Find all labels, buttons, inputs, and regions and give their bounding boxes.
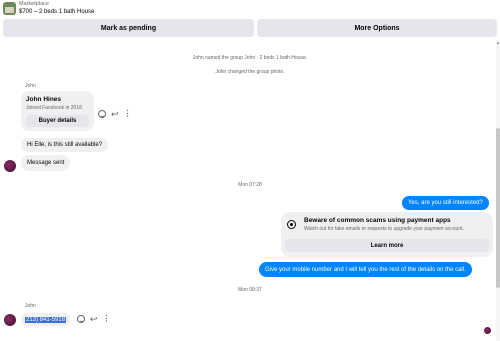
shield-icon xyxy=(287,220,296,229)
seen-indicator-avatar xyxy=(484,327,491,334)
learn-more-button[interactable]: Learn more xyxy=(285,239,489,252)
emoji-icon[interactable] xyxy=(77,315,85,323)
scam-warning-title: Beware of common scams using payment app… xyxy=(304,217,451,224)
scam-warning-card: Beware of common scams using payment app… xyxy=(281,212,493,257)
emoji-icon[interactable] xyxy=(98,110,106,118)
message-actions: ↩ ⋮ xyxy=(77,315,111,324)
more-vertical-icon[interactable]: ⋮ xyxy=(124,110,132,118)
more-options-button[interactable]: More Options xyxy=(257,19,497,37)
buyer-details-button[interactable]: Buyer details xyxy=(26,115,89,127)
avatar[interactable] xyxy=(4,314,16,326)
sender-name: John xyxy=(25,303,36,309)
listing-thumbnail[interactable] xyxy=(3,2,16,15)
timestamp: Mon 07:28 xyxy=(238,182,262,188)
incoming-message[interactable]: Message sent xyxy=(21,155,71,171)
mark-as-pending-button[interactable]: Mark as pending xyxy=(3,19,254,37)
listing-title[interactable]: $700 – 2 beds 1 bath House xyxy=(19,9,94,15)
reply-icon[interactable]: ↩ xyxy=(90,315,98,324)
scrollbar-thumb[interactable] xyxy=(496,128,500,288)
incoming-message[interactable]: 213) 841-5918 xyxy=(21,313,71,326)
reply-icon[interactable]: ↩ xyxy=(111,110,119,119)
scroll-up-arrow-icon[interactable]: ▲ xyxy=(496,40,500,45)
marketplace-label: Marketplace xyxy=(19,1,49,7)
message-actions: ↩ ⋮ xyxy=(98,110,132,119)
timestamp: Mon 08:37 xyxy=(238,287,262,293)
outgoing-message[interactable]: Yes, are you still interested? xyxy=(402,196,489,210)
buyer-name: John Hines xyxy=(26,96,62,103)
more-vertical-icon[interactable]: ⋮ xyxy=(103,315,111,323)
incoming-message[interactable]: Hi Elle, is this still available? xyxy=(21,138,109,152)
phone-number-text[interactable]: 213) 841-5918 xyxy=(25,316,67,323)
sender-name: John xyxy=(25,83,36,89)
system-message-photo: John changed the group photo. xyxy=(215,69,285,75)
scam-warning-subtitle: Watch out for fake emails or requests to… xyxy=(304,226,464,232)
outgoing-message[interactable]: Give your mobile number and I will tell … xyxy=(259,262,472,277)
system-message-rename: John named the group John · 2 beds 1 bat… xyxy=(192,55,308,61)
conversation-header: Marketplace $700 – 2 beds 1 bath House xyxy=(0,0,500,19)
avatar[interactable] xyxy=(4,160,16,172)
buyer-joined: Joined Facebook in 2018 xyxy=(26,105,82,111)
buyer-profile-card: John Hines Joined Facebook in 2018 Buyer… xyxy=(21,91,94,131)
